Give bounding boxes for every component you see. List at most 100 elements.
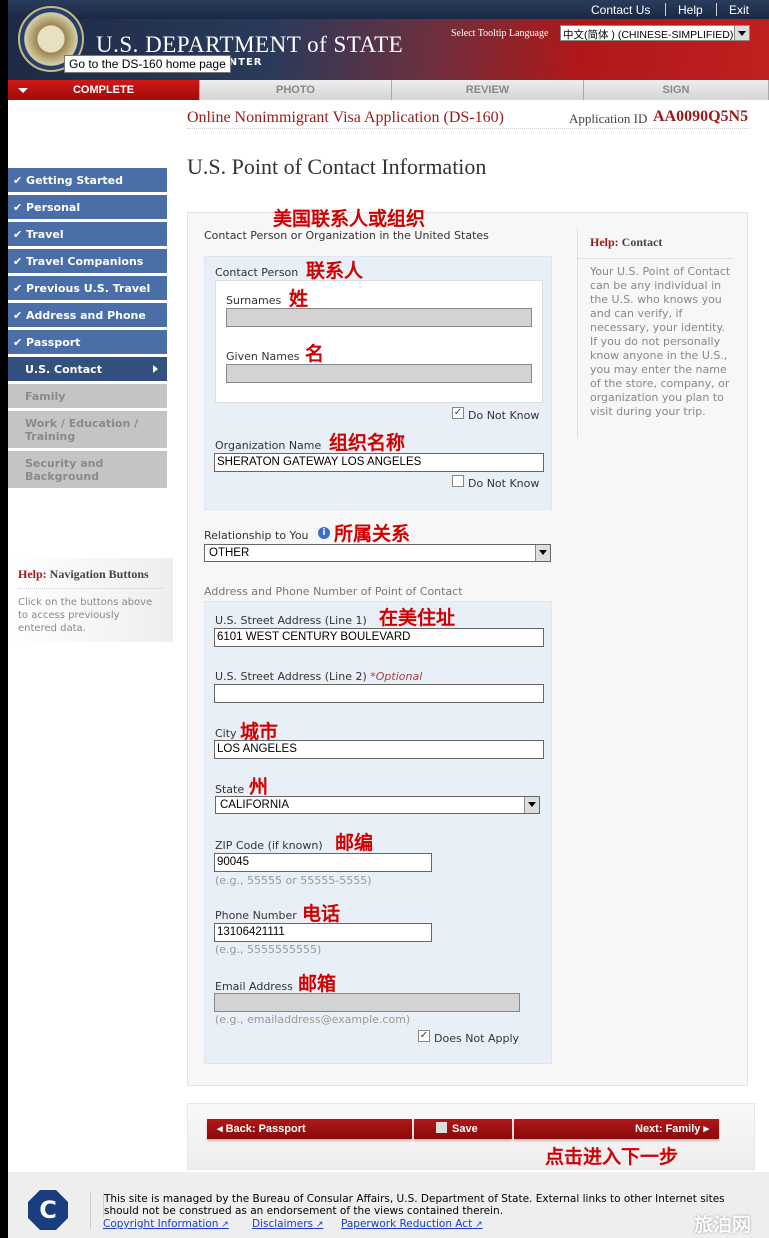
street2-label: U.S. Street Address (Line 2) *Optional	[215, 670, 423, 683]
phone-input[interactable]: 13106421111	[214, 923, 432, 942]
chevron-down-icon	[535, 545, 550, 561]
section-heading: Contact Person or Organization in the Un…	[204, 229, 489, 242]
help-title: Help: Navigation Buttons	[18, 567, 149, 581]
paperwork-reduction-link[interactable]: Paperwork Reduction Act	[341, 1218, 483, 1230]
does-not-apply-checkbox[interactable]: ✓	[418, 1030, 430, 1042]
annotation: 组织名称	[329, 432, 406, 454]
relationship-select[interactable]: OTHER	[204, 544, 551, 562]
street1-label: U.S. Street Address (Line 1)	[215, 614, 367, 627]
checkbox-label: Do Not Know	[468, 477, 540, 490]
check-icon: ✔	[13, 309, 27, 322]
watermark: 旅泊网	[694, 1214, 752, 1236]
street1-input[interactable]: 6101 WEST CENTURY BOULEVARD	[214, 628, 544, 647]
annotation: 姓	[289, 288, 309, 310]
sidebar-item-family: Family	[8, 384, 167, 409]
sidebar-item-travel[interactable]: ✔ Travel	[8, 222, 167, 247]
zip-input[interactable]: 90045	[214, 853, 432, 872]
city-label: City	[215, 727, 237, 740]
page-title: U.S. Point of Contact Information	[187, 154, 487, 179]
tab-complete[interactable]: COMPLETE	[8, 80, 200, 100]
check-icon: ✔	[13, 228, 27, 241]
sidebar-item-label: U.S. Contact	[25, 363, 102, 376]
sidebar-item-label: Previous U.S. Travel	[26, 282, 151, 295]
help-text: Click on the buttons above to access pre…	[18, 597, 153, 634]
divider	[90, 1193, 91, 1229]
exit-link[interactable]: Exit	[729, 3, 749, 17]
application-id: AA0090Q5N5	[653, 108, 749, 125]
disclaimers-link[interactable]: Disclaimers	[252, 1218, 323, 1230]
back-button[interactable]: ◂ Back: Passport	[207, 1119, 412, 1139]
zip-hint: (e.g., 55555 or 55555-5555)	[215, 874, 372, 887]
state-select[interactable]: CALIFORNIA	[215, 796, 540, 814]
sidebar-item-label: Family	[25, 390, 66, 403]
annotation: 州	[249, 776, 269, 798]
selected-language: 中文(简体 ) (CHINESE-SIMPLIFIED)	[563, 29, 734, 41]
divider	[665, 3, 666, 16]
copyright-link[interactable]: Copyright Information	[103, 1218, 229, 1230]
check-icon: ✔	[13, 282, 27, 295]
annotation: 美国联系人或组织	[273, 208, 426, 230]
annotation: 电话	[302, 903, 341, 925]
selected-value: CALIFORNIA	[220, 799, 290, 811]
street2-input[interactable]	[214, 684, 544, 703]
sidebar-item-passport[interactable]: ✔ Passport	[8, 330, 167, 355]
city-input[interactable]: LOS ANGELES	[214, 740, 544, 759]
save-button[interactable]: Save	[414, 1119, 512, 1139]
do-not-know-checkbox[interactable]: ✓	[452, 407, 464, 419]
sidebar-item-personal[interactable]: ✔ Personal	[8, 195, 167, 220]
surnames-input[interactable]	[226, 308, 532, 327]
contact-us-link[interactable]: Contact Us	[591, 3, 650, 17]
sidebar-item-previous-u-s-travel[interactable]: ✔ Previous U.S. Travel	[8, 276, 167, 301]
zip-label: ZIP Code (if known)	[215, 839, 323, 852]
sidebar-item-u-s-contact[interactable]: U.S. Contact	[8, 357, 167, 382]
given-names-label: Given Names	[226, 350, 300, 363]
divider	[716, 3, 717, 16]
tab-sign[interactable]: SIGN	[584, 80, 769, 100]
sidebar-item-address-and-phone[interactable]: ✔ Address and Phone	[8, 303, 167, 328]
home-tooltip: Go to the DS-160 home page	[64, 55, 231, 73]
sidebar-item-travel-companions[interactable]: ✔ Travel Companions	[8, 249, 167, 274]
check-icon: ✔	[13, 255, 27, 268]
annotation: 名	[305, 343, 325, 365]
tooltip-language-label: Select Tooltip Language	[451, 28, 549, 39]
tab-review[interactable]: REVIEW	[392, 80, 584, 100]
sidebar-item-label: Personal	[26, 201, 81, 214]
info-icon[interactable]: i	[318, 527, 330, 539]
annotation: 点击进入下一步	[545, 1146, 679, 1168]
application-id-label: Application ID	[569, 111, 648, 126]
top-bar	[8, 0, 769, 19]
help-title: Help: Contact	[590, 235, 663, 249]
annotation: 邮箱	[298, 973, 337, 995]
tab-photo[interactable]: PHOTO	[200, 80, 392, 100]
sidebar-item-label: Passport	[26, 336, 81, 349]
left-edge	[0, 0, 8, 1238]
given-names-input[interactable]	[226, 364, 532, 383]
consular-affairs-logo: C	[28, 1190, 68, 1230]
save-icon	[436, 1122, 447, 1133]
email-hint: (e.g., emailaddress@example.com)	[215, 1013, 411, 1026]
help-navigation-panel: Help: Navigation Buttons Click on the bu…	[8, 558, 173, 642]
tooltip-language-select[interactable]: 中文(简体 ) (CHINESE-SIMPLIFIED)	[560, 25, 750, 41]
annotation: 联系人	[306, 260, 364, 282]
sidebar-item-label: Travel Companions	[26, 255, 144, 268]
footer-text: This site is managed by the Bureau of Co…	[103, 1193, 753, 1217]
state-label: State	[215, 783, 245, 796]
section-heading: Address and Phone Number of Point of Con…	[204, 585, 463, 598]
divider	[187, 128, 749, 129]
help-text: Your U.S. Point of Contact can be any in…	[590, 265, 731, 418]
phone-hint: (e.g., 5555555555)	[215, 943, 322, 956]
organization-label: Organization Name	[215, 439, 322, 452]
help-contact-panel: Help: Contact Your U.S. Point of Contact…	[577, 228, 733, 438]
annotation: 在美住址	[379, 607, 456, 629]
org-do-not-know-checkbox[interactable]	[452, 475, 464, 487]
sidebar-item-label: Work / Education / Training	[25, 417, 139, 443]
next-button[interactable]: Next: Family ▸	[514, 1119, 719, 1139]
chevron-down-icon	[524, 797, 539, 813]
email-input[interactable]	[214, 993, 520, 1012]
organization-input[interactable]: SHERATON GATEWAY LOS ANGELES	[214, 453, 544, 472]
relationship-label: Relationship to You	[204, 529, 309, 542]
check-icon: ✔	[13, 336, 27, 349]
help-link[interactable]: Help	[678, 3, 703, 17]
email-label: Email Address	[215, 980, 293, 993]
sidebar-item-getting-started[interactable]: ✔ Getting Started	[8, 168, 167, 193]
